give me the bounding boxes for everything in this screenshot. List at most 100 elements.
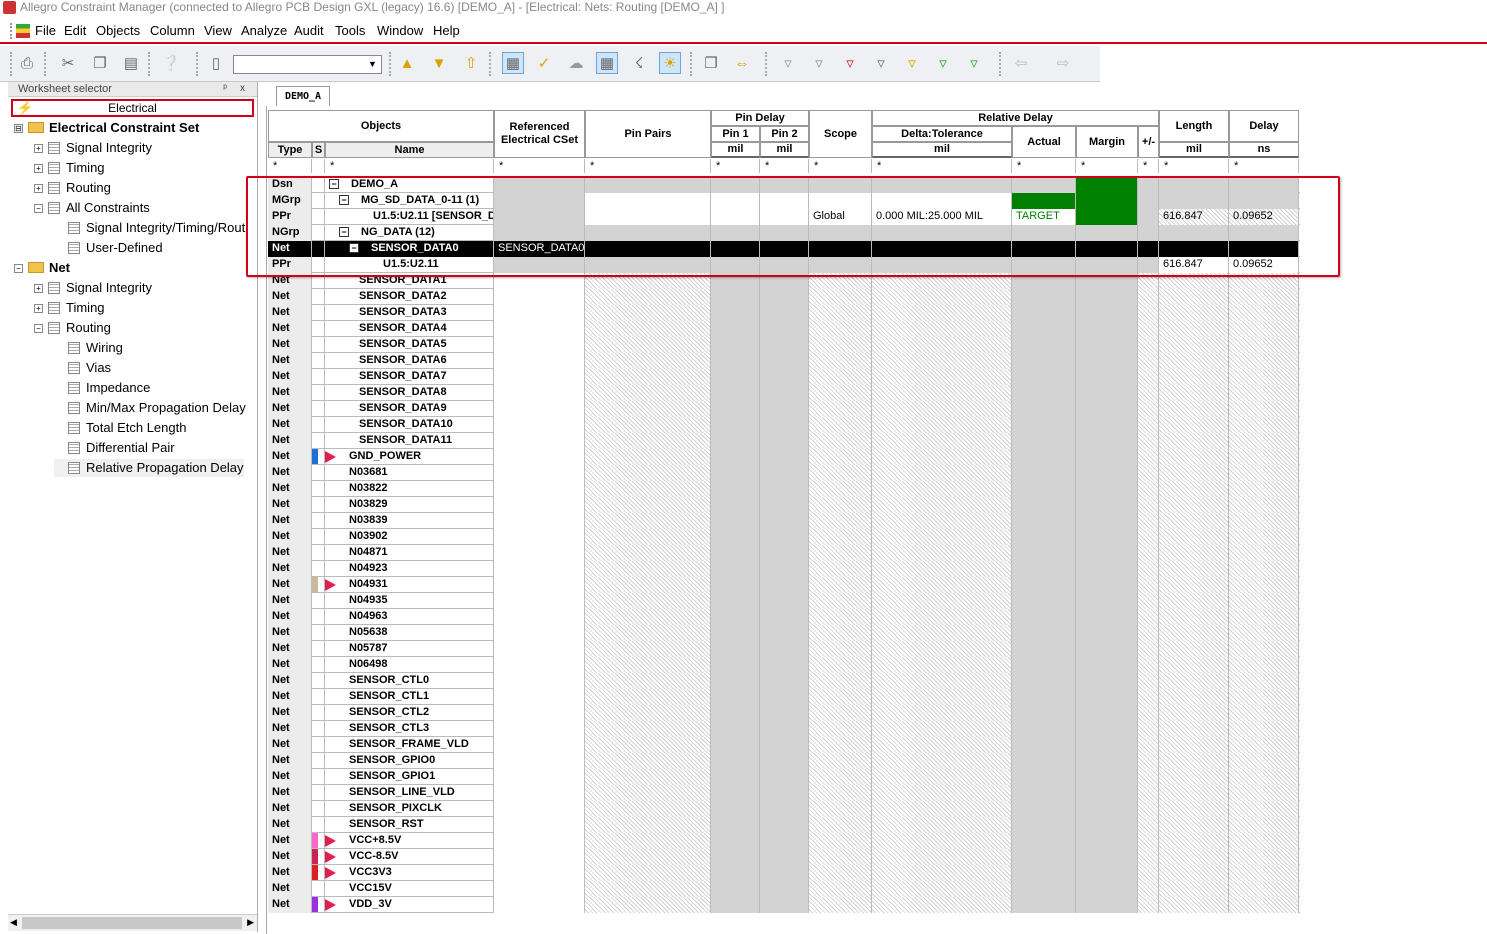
cell-pin1[interactable]: [711, 577, 760, 593]
cell-margin[interactable]: [1076, 545, 1138, 561]
cell-type[interactable]: Net: [268, 657, 312, 673]
tree-item[interactable]: − Net: [14, 259, 70, 277]
cell-s[interactable]: [312, 721, 325, 737]
cell-margin[interactable]: [1076, 769, 1138, 785]
cell-length[interactable]: [1159, 881, 1229, 897]
cell-delta[interactable]: [872, 881, 1012, 897]
tree-item[interactable]: + Signal Integrity: [34, 139, 152, 157]
cell-pp[interactable]: [585, 385, 711, 401]
cell-type[interactable]: Net: [268, 417, 312, 433]
cell-actual[interactable]: [1012, 561, 1076, 577]
table-row[interactable]: Net SENSOR_DATA4: [268, 321, 1300, 337]
col-pin1[interactable]: Pin 1: [711, 126, 760, 142]
cell-type[interactable]: Net: [268, 481, 312, 497]
cell-pin1[interactable]: [711, 353, 760, 369]
cell-pp[interactable]: [585, 481, 711, 497]
connect-icon[interactable]: ⇔: [731, 52, 753, 74]
cell-pin2[interactable]: [760, 385, 809, 401]
cell-s[interactable]: [312, 593, 325, 609]
cell-s[interactable]: [312, 321, 325, 337]
cell-name[interactable]: N05638: [325, 625, 494, 641]
cell-type[interactable]: Net: [268, 353, 312, 369]
cell-delta[interactable]: [872, 593, 1012, 609]
cell-type[interactable]: Net: [268, 721, 312, 737]
cell-actual[interactable]: [1012, 785, 1076, 801]
cell-ref[interactable]: [494, 673, 585, 689]
table-row[interactable]: Net SENSOR_GPIO0: [268, 753, 1300, 769]
cell-type[interactable]: Net: [268, 865, 312, 881]
cell-delta[interactable]: [872, 465, 1012, 481]
horizontal-scrollbar[interactable]: ◀ ▶: [8, 914, 257, 931]
cell-pin1[interactable]: [711, 737, 760, 753]
cell-pp[interactable]: [585, 753, 711, 769]
cell-pin1[interactable]: [711, 385, 760, 401]
menu-objects[interactable]: Objects: [96, 23, 140, 39]
cell-delta[interactable]: [872, 801, 1012, 817]
collapse-icon[interactable]: −: [34, 204, 43, 213]
cell-ref[interactable]: [494, 849, 585, 865]
cell-pin2[interactable]: [760, 289, 809, 305]
cell-s[interactable]: [312, 625, 325, 641]
col-objects[interactable]: Objects: [268, 110, 494, 142]
cell-actual[interactable]: [1012, 801, 1076, 817]
cell-margin[interactable]: [1076, 817, 1138, 833]
cell-name[interactable]: N03681: [325, 465, 494, 481]
tab-demo-a[interactable]: DEMO_A: [276, 86, 330, 106]
filter-icon[interactable]: ▿: [777, 52, 799, 74]
cell-type[interactable]: Net: [268, 529, 312, 545]
cell-length[interactable]: [1159, 529, 1229, 545]
cell-ref[interactable]: [494, 625, 585, 641]
cell-actual[interactable]: [1012, 849, 1076, 865]
cell-margin[interactable]: [1076, 401, 1138, 417]
cell-pp[interactable]: [585, 817, 711, 833]
filter-clear-icon[interactable]: ▿: [808, 52, 830, 74]
menu-audit[interactable]: Audit: [294, 23, 324, 39]
cell-s[interactable]: [312, 657, 325, 673]
cell-margin[interactable]: [1076, 801, 1138, 817]
tree-item[interactable]: Min/Max Propagation Delay: [54, 399, 246, 417]
close-icon[interactable]: x: [240, 82, 245, 96]
cell-margin[interactable]: [1076, 593, 1138, 609]
cell-type[interactable]: Net: [268, 833, 312, 849]
cell-pm[interactable]: [1138, 721, 1159, 737]
cloud-icon[interactable]: ☁: [565, 52, 587, 74]
cell-actual[interactable]: [1012, 545, 1076, 561]
cell-delta[interactable]: [872, 577, 1012, 593]
cell-delta[interactable]: [872, 497, 1012, 513]
cell-pin2[interactable]: [760, 625, 809, 641]
table-row[interactable]: Net SENSOR_DATA10: [268, 417, 1300, 433]
cell-scope[interactable]: [809, 449, 872, 465]
cell-ref[interactable]: [494, 641, 585, 657]
table-row[interactable]: Net N04935: [268, 593, 1300, 609]
cell-name[interactable]: N04935: [325, 593, 494, 609]
cell-pm[interactable]: [1138, 497, 1159, 513]
cell-pm[interactable]: [1138, 449, 1159, 465]
cell-pin2[interactable]: [760, 433, 809, 449]
cell-pm[interactable]: [1138, 817, 1159, 833]
cell-pm[interactable]: [1138, 865, 1159, 881]
cell-name[interactable]: N04963: [325, 609, 494, 625]
cell-s[interactable]: [312, 369, 325, 385]
table-row[interactable]: Net VCC15V: [268, 881, 1300, 897]
cell-s[interactable]: [312, 833, 325, 849]
cell-scope[interactable]: [809, 513, 872, 529]
cell-pp[interactable]: [585, 353, 711, 369]
cell-pp[interactable]: [585, 401, 711, 417]
cell-s[interactable]: [312, 433, 325, 449]
cell-type[interactable]: Net: [268, 801, 312, 817]
cell-ref[interactable]: [494, 401, 585, 417]
cell-type[interactable]: Net: [268, 385, 312, 401]
cell-pin1[interactable]: [711, 465, 760, 481]
cell-length[interactable]: [1159, 689, 1229, 705]
tree-item[interactable]: ⊟ Electrical Constraint Set: [14, 119, 199, 137]
cell-pin1[interactable]: [711, 321, 760, 337]
cell-length[interactable]: [1159, 737, 1229, 753]
cell-ref[interactable]: [494, 561, 585, 577]
cell-s[interactable]: [312, 609, 325, 625]
cell-pp[interactable]: [585, 689, 711, 705]
cell-actual[interactable]: [1012, 865, 1076, 881]
cell-pin1[interactable]: [711, 865, 760, 881]
cell-s[interactable]: [312, 865, 325, 881]
table-row[interactable]: Net N03822: [268, 481, 1300, 497]
cell-name[interactable]: N04871: [325, 545, 494, 561]
